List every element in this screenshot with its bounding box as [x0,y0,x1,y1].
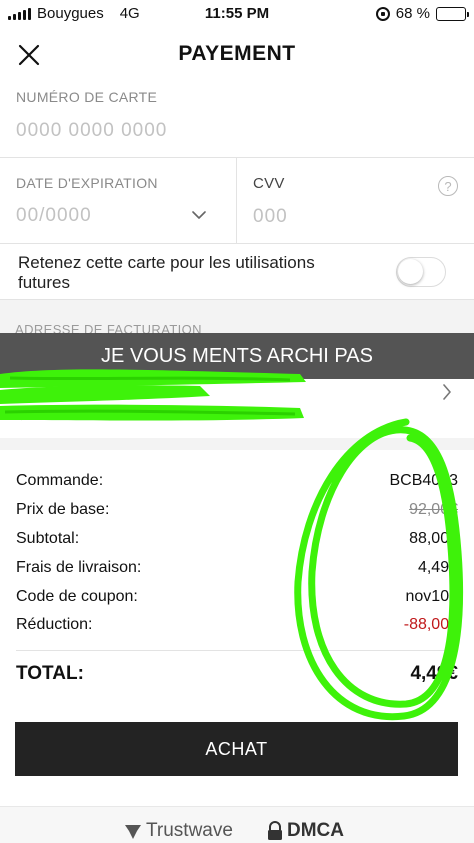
card-number-field: NUMÉRO DE CARTE [0,82,474,158]
trustwave-logo: Trustwave [124,820,233,842]
card-number-input[interactable] [16,120,456,142]
remember-card-label: Retenez cette carte pour les utilisation… [18,253,315,292]
billing-address-card[interactable]: — 320 [0,378,474,438]
discount-label: Réduction: [16,616,93,633]
header: PAYEMENT [0,28,474,82]
dmca-logo: DMCA [266,820,344,842]
summary-row-order: Commande: BCB4063 [16,472,458,500]
address-line-2: 320 [250,406,274,422]
purchase-button[interactable]: ACHAT [15,722,458,776]
help-icon[interactable]: ? [438,176,458,196]
cvv-input[interactable] [253,206,433,228]
trustwave-text: Trustwave [146,820,233,841]
card-number-label: NUMÉRO DE CARTE [16,89,158,105]
trustwave-icon [125,825,141,839]
subtotal-value: 88,00€ [409,530,458,547]
status-bar: Bouygues 4G 11:55 PM 68 % [0,0,474,28]
discount-value: -88,00€ [403,616,458,633]
summary-row-shipping: Frais de livraison: 4,49€ [16,559,458,587]
order-label: Commande: [16,472,104,489]
total-row: TOTAL: 4,49€ [16,663,458,685]
overlay-banner: JE VOUS MENTS ARCHI PAS [0,333,474,379]
cvv-label: CVV [253,175,285,192]
status-right: 68 % [375,5,469,22]
expiry-label: DATE D'EXPIRATION [16,175,158,191]
base-price-value: 92,00€ [409,501,458,518]
expiry-field[interactable]: DATE D'EXPIRATION 00/0000 [0,158,237,244]
summary-row-coupon: Code de coupon: nov100 [16,588,458,616]
base-price-label: Prix de base: [16,501,110,518]
expiry-cvv-row: DATE D'EXPIRATION 00/0000 CVV ? [0,158,474,244]
page-title: PAYEMENT [178,42,296,65]
summary-row-subtotal: Subtotal: 88,00€ [16,530,458,558]
battery-icon [436,6,469,21]
coupon-value: nov100 [405,588,459,605]
order-value: BCB4063 [389,472,459,489]
dmca-text: DMCA [287,820,344,841]
shipping-label: Frais de livraison: [16,559,142,576]
rotation-lock-icon [375,6,390,21]
lock-icon [268,821,282,840]
coupon-label: Code de coupon: [16,588,138,605]
summary-row-base-price: Prix de base: 92,00€ [16,501,458,529]
remember-card-toggle[interactable] [396,257,446,287]
summary-divider [16,650,458,651]
chevron-right-icon[interactable] [442,384,452,400]
footer: Trustwave DMCA [0,806,474,843]
expiry-select[interactable]: 00/0000 [16,205,92,227]
subtotal-label: Subtotal: [16,530,80,547]
shipping-value: 4,49€ [417,559,458,576]
cvv-field: CVV ? [237,158,474,244]
total-value: 4,49€ [410,663,458,684]
address-line-1: — [120,384,133,399]
remember-card-row: Retenez cette carte pour les utilisation… [0,244,474,300]
total-label: TOTAL: [16,663,84,684]
chevron-down-icon [192,211,206,219]
battery-percent: 68 % [395,5,430,22]
toggle-knob [398,259,423,284]
summary-row-discount: Réduction: -88,00€ [16,616,458,644]
